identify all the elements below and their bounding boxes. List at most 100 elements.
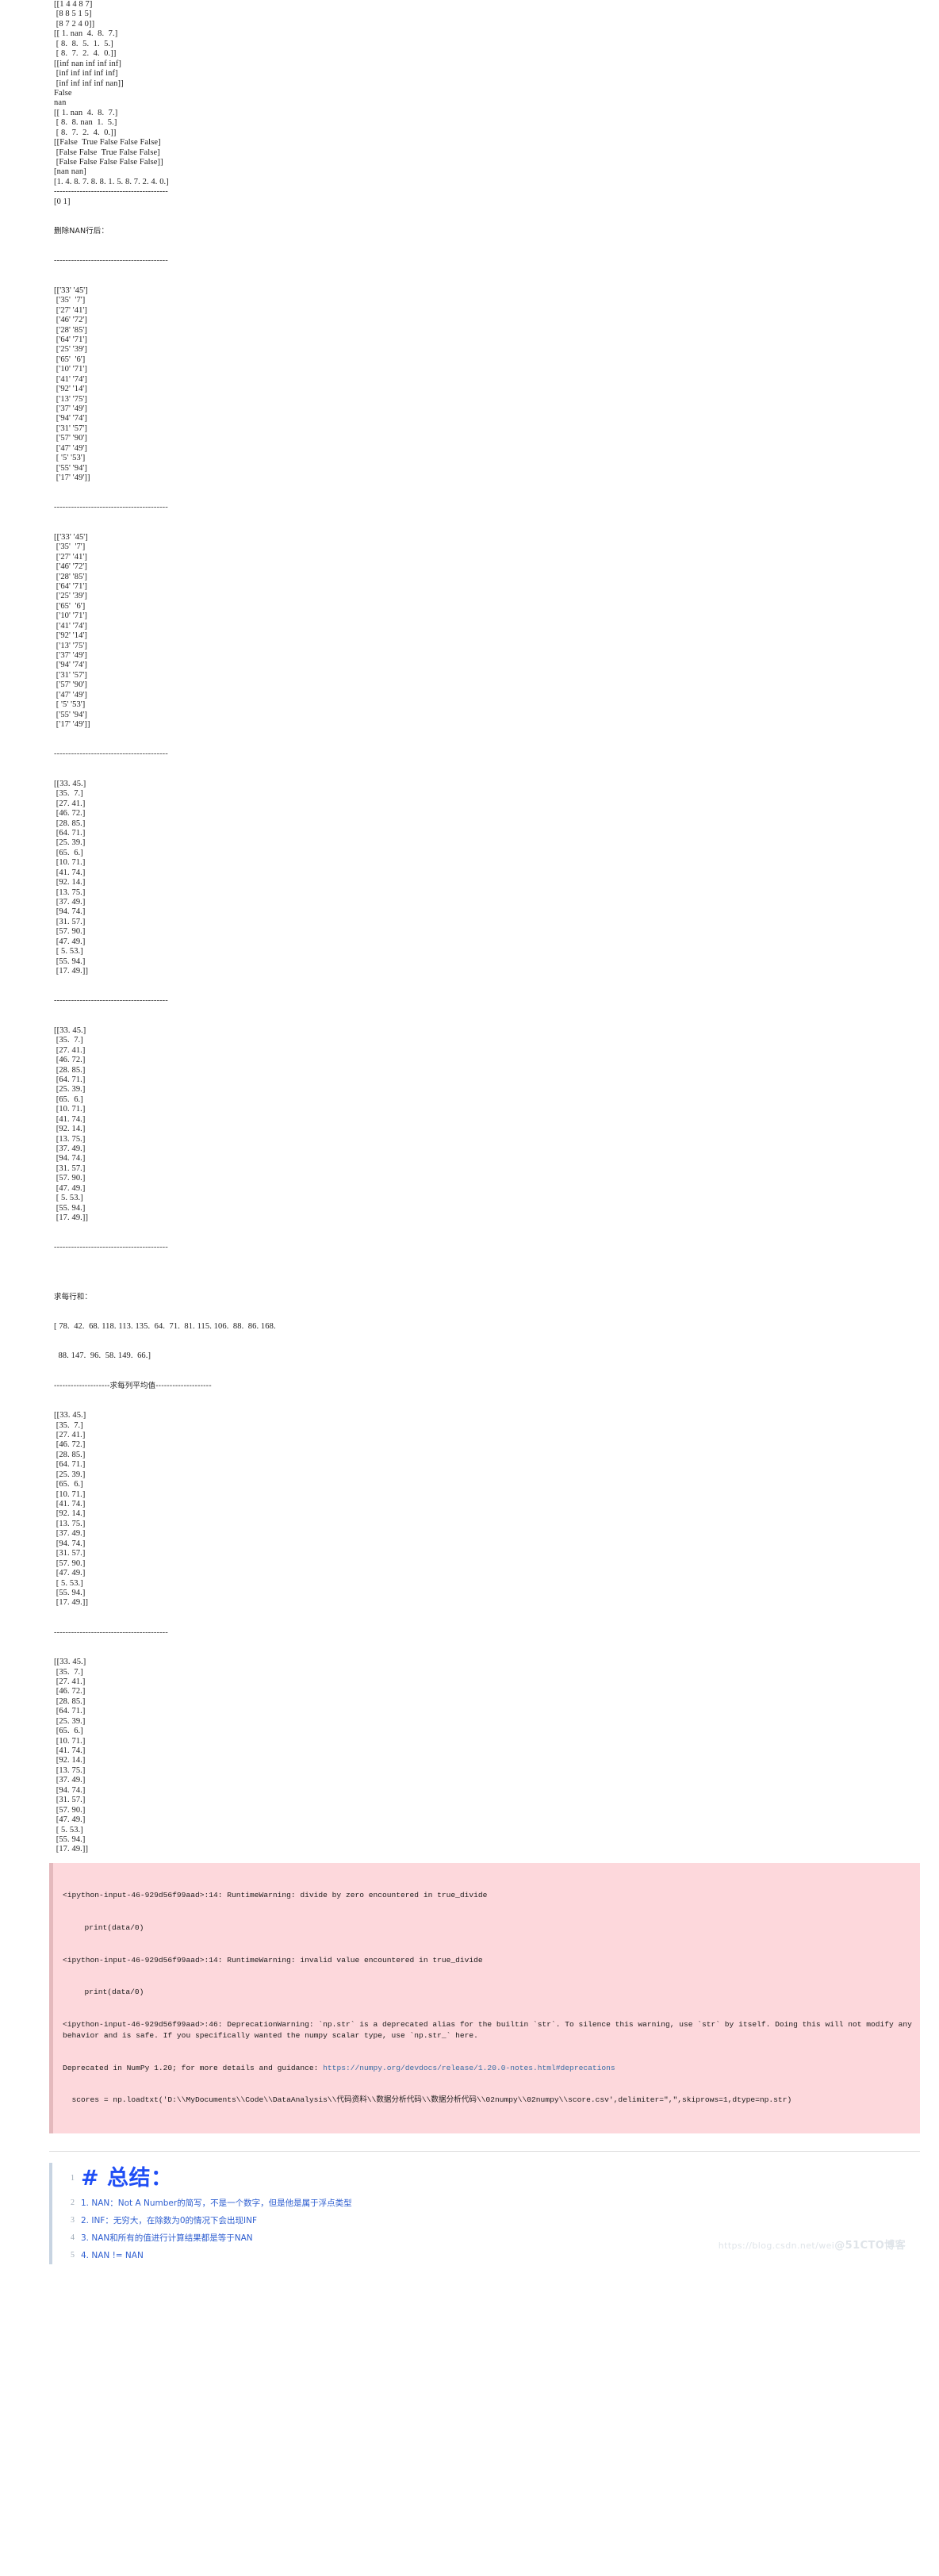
float-array-line: [46. 72.] (54, 1440, 86, 1450)
string-array-line: ['25' '39'] (54, 345, 88, 355)
float-array-line: [41. 74.] (54, 868, 86, 877)
array-dump-line: [[ 1. nan 4. 8. 7.] (54, 108, 118, 117)
string-array-line: ['17' '49']] (54, 720, 90, 730)
col-mean-separator: --------------------求每列平均值--------------… (54, 1381, 212, 1390)
string-array-line: ['28' '85'] (54, 572, 88, 581)
watermark-url: https://blog.csdn.net/wei (718, 2241, 835, 2252)
float-array-line: [37. 49.] (54, 1144, 86, 1154)
warning-line-2: print(data/0) (75, 1922, 144, 1932)
array-dump-line: [ 8. 7. 2. 4. 0.]] (54, 49, 117, 59)
array-dump-line: False (54, 88, 72, 98)
float-array-line: [41. 74.] (54, 1500, 86, 1508)
array-dump-line: [inf inf inf inf inf] (54, 69, 118, 79)
string-array-line: ['27' '41'] (54, 552, 88, 562)
string-array-line: ['94' '74'] (54, 414, 88, 424)
string-array-line: ['94' '74'] (54, 661, 88, 670)
string-array-line: ['47' '49'] (54, 443, 88, 453)
string-array-line: ['47' '49'] (54, 690, 88, 700)
float-array-line: [ 5. 53.] (54, 1194, 83, 1203)
float-array-line: [46. 72.] (54, 1687, 86, 1696)
array-dump-line: [inf inf inf inf nan]] (54, 79, 124, 88)
string-array-line: [['33' '45'] (54, 286, 88, 295)
float-array-line: [ 5. 53.] (54, 1825, 83, 1834)
watermark-brand: @51CTO博客 (834, 2240, 906, 2252)
array-dump-line: [0 1] (54, 197, 71, 206)
float-array-line: [57. 90.] (54, 927, 86, 937)
float-array-line: [31. 57.] (54, 1796, 86, 1805)
float-array-line: [27. 41.] (54, 1045, 86, 1055)
string-array-line: ['31' '57'] (54, 670, 88, 680)
stdout-block-float-array-2: [[33. 45.] [35. 7.] [27. 41.] [46. 72.] … (0, 1026, 939, 1224)
float-array-line: [31. 57.] (54, 1549, 86, 1558)
float-array-line: [65. 6.] (54, 1480, 83, 1489)
float-array-line: [35. 7.] (54, 789, 83, 799)
array-dump-line: [[inf nan inf inf inf] (54, 59, 122, 68)
float-array-line: [27. 41.] (54, 1677, 86, 1686)
array-dump-line: [False False True False False] (54, 148, 160, 157)
float-array-line: [35. 7.] (54, 1667, 83, 1677)
watermark: https://blog.csdn.net/wei@51CTO博客 (719, 2237, 906, 2252)
gutter-line-3: 3 (71, 2216, 75, 2225)
float-array-line: [[33. 45.] (54, 779, 86, 788)
float-array-line: [41. 74.] (54, 1746, 86, 1755)
array-dump-line: [[1 4 4 8 7] (54, 0, 93, 9)
gutter-line-5: 5 (71, 2251, 75, 2260)
string-array-line: ['10' '71'] (54, 611, 88, 621)
float-array-line: [25. 39.] (54, 1085, 86, 1094)
float-array-line: [25. 39.] (54, 1716, 86, 1726)
string-array-line: [['33' '45'] (54, 532, 88, 542)
stdout-block-row-sums: 求每行和： [ 78. 42. 68. 118. 113. 135. 64. 7… (0, 1273, 939, 1411)
string-array-line: ['46' '72'] (54, 316, 88, 325)
float-array-line: [55. 94.] (54, 956, 86, 966)
array-dump-line: ---------------------------------------- (54, 187, 168, 197)
gutter-line-4: 4 (71, 2233, 75, 2243)
string-array-line: ['27' '41'] (54, 305, 88, 315)
float-array-line: [[33. 45.] (54, 1025, 86, 1035)
notebook-output-page: [[1 4 4 8 7] [8 8 5 1 5] [8 7 2 4 0]][[ … (0, 0, 939, 2265)
gutter-line-1: 1 (71, 2174, 75, 2183)
stdout-block-dropnan-label: 删除NAN行后： -------------------------------… (0, 207, 939, 286)
warning-line-4: print(data/0) (75, 1988, 144, 1997)
string-array-line: ['31' '57'] (54, 424, 88, 433)
summary-heading: # 总结： (81, 2166, 173, 2191)
separator-line: ---------------------------------------- (54, 749, 168, 759)
float-array-line: [13. 75.] (54, 1765, 86, 1775)
float-array-line: [28. 85.] (54, 818, 86, 828)
float-array-line: [46. 72.] (54, 809, 86, 818)
warning-line-1: <ipython-input-46-929d56f99aad>:14: Runt… (63, 1891, 488, 1899)
string-array-line: ['13' '75'] (54, 394, 88, 404)
deprecation-guidance-prefix: Deprecated in NumPy 1.20; for more detai… (63, 2063, 324, 2072)
float-array-line: [37. 49.] (54, 1776, 86, 1785)
float-array-line: [10. 71.] (54, 858, 86, 868)
summary-markdown-cell[interactable]: 1 2 3 4 5 # 总结： 1. NAN：Not A Number的简写，不… (49, 2151, 920, 2265)
float-array-line: [94. 74.] (54, 1785, 86, 1795)
string-array-line: ['64' '71'] (54, 581, 88, 591)
float-array-line: [94. 74.] (54, 1539, 86, 1548)
float-array-line: [64. 71.] (54, 1460, 86, 1470)
string-array-line: ['65' '6'] (54, 355, 86, 364)
float-array-line: [65. 6.] (54, 1727, 83, 1736)
gutter-line-2: 2 (71, 2198, 75, 2208)
float-array-line: [92. 14.] (54, 1756, 86, 1765)
float-array-line: [25. 39.] (54, 1470, 86, 1479)
float-array-line: [94. 74.] (54, 1154, 86, 1163)
string-array-line: ['46' '72'] (54, 562, 88, 572)
string-array-line: ['55' '94'] (54, 463, 88, 473)
float-array-line: [57. 90.] (54, 1558, 86, 1568)
separator-line: ---------------------------------------- (54, 996, 168, 1006)
string-array-line: ['13' '75'] (54, 641, 88, 650)
stdout-block-float-array-4: [[33. 45.] [35. 7.] [27. 41.] [46. 72.] … (0, 1658, 939, 1855)
offending-code-line: scores = np.loadtxt('D:\\MyDocuments\\Co… (63, 2095, 792, 2105)
float-array-line: [64. 71.] (54, 828, 86, 838)
separator-5: ---------------------------------------- (0, 1224, 939, 1273)
warning-line-3: <ipython-input-46-929d56f99aad>:14: Runt… (63, 1955, 483, 1965)
array-dump-line: [False False False False False]] (54, 158, 163, 167)
numpy-release-notes-link[interactable]: https://numpy.org/devdocs/release/1.20.0… (323, 2064, 615, 2072)
string-array-line: ['64' '71'] (54, 335, 88, 344)
float-array-line: [13. 75.] (54, 1519, 86, 1528)
string-array-line: ['28' '85'] (54, 325, 88, 335)
float-array-line: [31. 57.] (54, 1163, 86, 1173)
float-array-line: [64. 71.] (54, 1075, 86, 1084)
stdout-block-arrays: [[1 4 4 8 7] [8 8 5 1 5] [8 7 2 4 0]][[ … (0, 0, 939, 207)
float-array-line: [37. 49.] (54, 898, 86, 907)
